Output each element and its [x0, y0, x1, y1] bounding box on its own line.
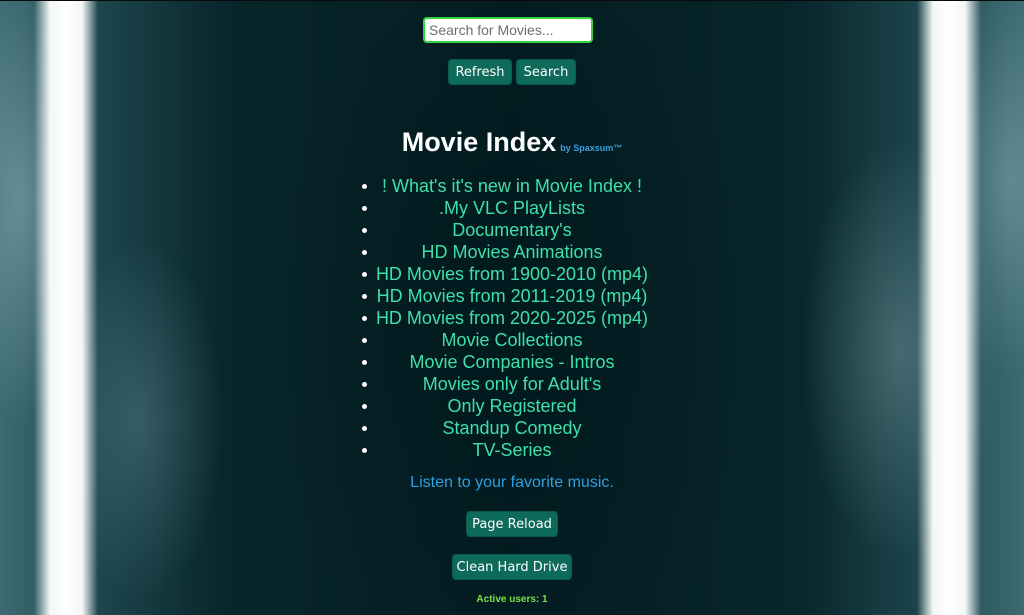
page-title: Movie Index	[401, 127, 557, 157]
bullet-icon	[362, 404, 367, 409]
bullet-icon	[362, 426, 367, 431]
active-users-count: Active users: 1	[476, 594, 548, 605]
list-item: Movie Collections	[362, 329, 662, 351]
category-link[interactable]: HD Movies from 2020-2025 (mp4)	[376, 308, 648, 328]
page-header: Movie Index by Spaxsum™	[0, 127, 1024, 158]
list-item: Documentary's	[362, 219, 662, 241]
category-link[interactable]: Only Registered	[447, 396, 576, 416]
bullet-icon	[362, 316, 367, 321]
category-link[interactable]: TV-Series	[472, 440, 551, 460]
bullet-icon	[362, 184, 367, 189]
list-item: HD Movies Animations	[362, 241, 662, 263]
category-link[interactable]: HD Movies Animations	[421, 242, 602, 262]
category-link[interactable]: Movies only for Adult's	[423, 374, 602, 394]
category-link[interactable]: Movie Collections	[441, 330, 582, 350]
search-button[interactable]: Search	[516, 59, 576, 85]
list-item: HD Movies from 1900-2010 (mp4)	[362, 263, 662, 285]
category-link[interactable]: HD Movies from 1900-2010 (mp4)	[376, 264, 648, 284]
category-link[interactable]: .My VLC PlayLists	[439, 198, 585, 218]
list-item: ! What's it's new in Movie Index !	[362, 175, 662, 197]
list-item: HD Movies from 2011-2019 (mp4)	[362, 285, 662, 307]
category-link[interactable]: HD Movies from 2011-2019 (mp4)	[377, 286, 648, 306]
list-item: .My VLC PlayLists	[362, 197, 662, 219]
bullet-icon	[362, 360, 367, 365]
clean-hard-drive-button[interactable]: Clean Hard Drive	[452, 554, 572, 580]
bullet-icon	[362, 294, 367, 299]
bullet-icon	[362, 250, 367, 255]
list-item: Standup Comedy	[362, 417, 662, 439]
list-item: Movies only for Adult's	[362, 373, 662, 395]
author-byline: by Spaxsum™	[560, 143, 623, 153]
category-list: ! What's it's new in Movie Index ! .My V…	[362, 175, 662, 461]
category-link[interactable]: ! What's it's new in Movie Index !	[382, 176, 642, 196]
bullet-icon	[362, 206, 367, 211]
bullet-icon	[362, 448, 367, 453]
music-link[interactable]: Listen to your favorite music.	[0, 474, 1024, 492]
category-link[interactable]: Documentary's	[452, 220, 571, 240]
search-input[interactable]	[423, 17, 593, 43]
category-link[interactable]: Standup Comedy	[442, 418, 581, 438]
list-item: Movie Companies - Intros	[362, 351, 662, 373]
bullet-icon	[362, 382, 367, 387]
page-content: Refresh Search Movie Indexby Spaxsum™ ! …	[0, 0, 1024, 615]
bullet-icon	[362, 228, 367, 233]
category-link[interactable]: Movie Companies - Intros	[409, 352, 614, 372]
list-item: TV-Series	[362, 439, 662, 461]
refresh-button[interactable]: Refresh	[448, 59, 512, 85]
list-item: Only Registered	[362, 395, 662, 417]
bullet-icon	[362, 272, 367, 277]
list-item: HD Movies from 2020-2025 (mp4)	[362, 307, 662, 329]
page-reload-button[interactable]: Page Reload	[466, 511, 558, 537]
bullet-icon	[362, 338, 367, 343]
